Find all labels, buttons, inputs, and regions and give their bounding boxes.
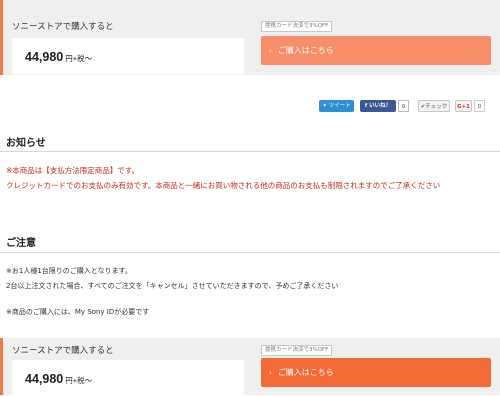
chevron-right-icon: › [269,369,272,377]
purchase-box-bottom: ソニーストアで購入すると 44,980 円+税～ 提携カード決済で3%OFF › ご… [0,338,500,396]
google-plus-count: 0 [474,100,485,112]
tweet-button[interactable]: ✦ ツイート [319,100,354,112]
price: 44,980 円+税～ [25,50,92,64]
caution-title: ご注意 [6,238,36,249]
tweet-label: ツイート [328,103,351,109]
price-value: 44,980 [25,50,64,64]
store-label: ソニーストアで購入すると [12,346,114,356]
notice-title: お知らせ [6,138,46,149]
facebook-like-button[interactable]: f いいね！ [360,100,396,112]
price-value: 44,980 [25,372,64,386]
purchase-box-top: ソニーストアで購入すると 44,980 円+税～ 提携カード決済で3%OFF › ご… [0,0,500,75]
accent-bar [0,338,3,395]
price-card: 44,980 円+税～ [12,360,244,396]
caution-line-2: 2台以上注文された場合、すべてのご注文を「キャンセル」させていただきますので、予… [6,282,339,290]
buy-button-label: ご購入はこちら [277,368,334,377]
store-label: ソニーストアで購入すると [12,22,114,32]
accent-bar [0,0,3,75]
price-suffix: 円+税～ [65,376,93,385]
twitter-icon: ✦ [322,103,327,109]
price: 44,980 円+税～ [25,372,92,386]
price-suffix: 円+税～ [65,54,93,63]
google-plus-button[interactable]: G+1 [455,100,472,112]
buy-button[interactable]: › ご購入はこちら [261,358,491,387]
notice-divider [0,151,500,152]
facebook-like-label: いいね！ [369,103,392,109]
buy-button[interactable]: › ご購入はこちら [261,36,491,65]
card-discount-badge: 提携カード決済で3%OFF [261,21,333,32]
caution-line-1: ※お1人様1台限りのご購入となります。 [6,267,132,275]
facebook-like-count: 0 [398,100,409,112]
chevron-right-icon: › [269,47,272,55]
caution-line-3: ※商品のご購入には、My Sony IDが必要です [6,308,150,316]
card-discount-badge: 提携カード決済で3%OFF [261,345,333,356]
buy-button-label: ご購入はこちら [277,46,334,55]
facebook-icon: f [364,103,368,109]
price-card: 44,980 円+税～ [12,38,244,74]
mixi-check-button[interactable]: ✔チェック [418,100,450,112]
notice-line-2: クレジットカードでのお支払のみ有効です。本商品と一緒にお買い物される他の商品のお… [6,181,441,190]
caution-divider [0,252,500,253]
notice-line-1: ※本商品は【支払方法限定商品】です。 [6,166,140,175]
mixi-check-label: チェック [425,104,448,110]
